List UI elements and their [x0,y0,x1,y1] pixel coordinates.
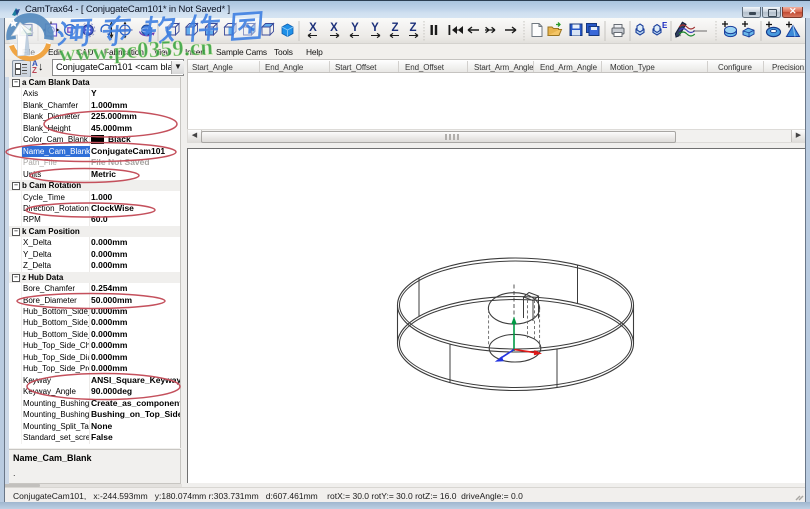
svg-text:Y: Y [371,22,379,34]
svg-text:X: X [309,22,317,34]
svg-text:Z: Z [391,22,398,34]
svg-text:E: E [662,21,668,30]
svg-text:Z: Z [409,22,416,34]
svg-text:Y: Y [351,22,359,34]
svg-text:X: X [330,22,338,34]
